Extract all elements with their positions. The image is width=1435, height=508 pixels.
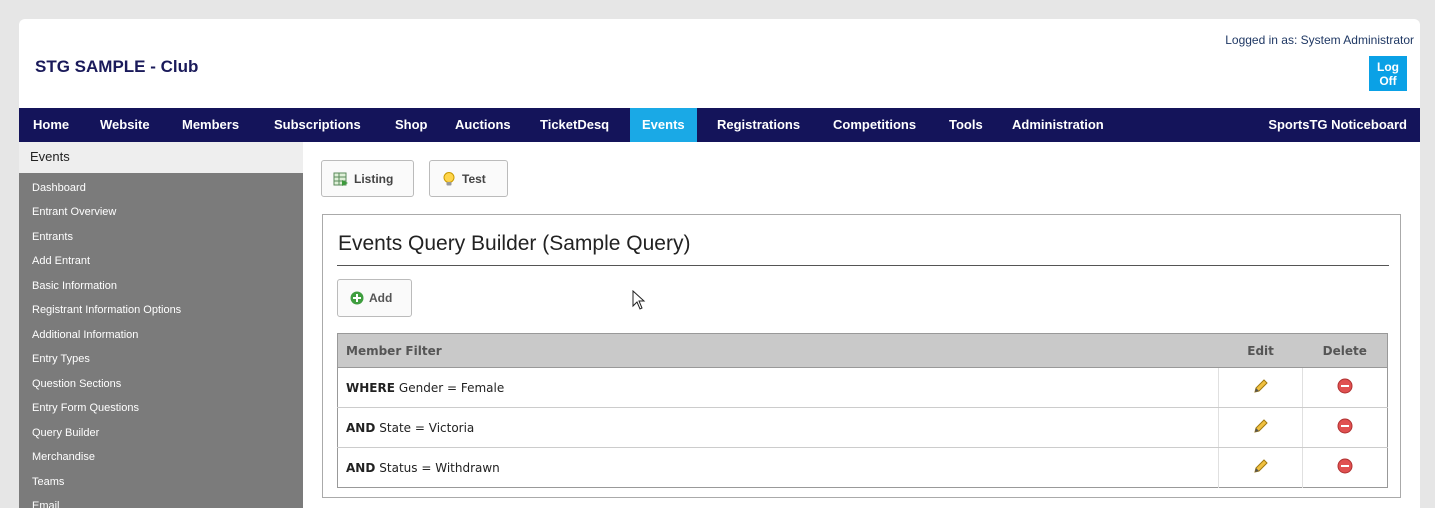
nav-item-shop[interactable]: Shop <box>395 108 428 142</box>
filter-keyword: AND <box>346 420 376 435</box>
sidebar-heading: Events <box>19 142 303 173</box>
test-button[interactable]: Test <box>429 160 508 197</box>
table-export-icon <box>333 172 348 186</box>
filter-condition: Status = Withdrawn <box>379 460 500 475</box>
filter-cell: WHERE Gender = Female <box>337 367 1219 408</box>
filter-cell: AND Status = Withdrawn <box>338 448 1219 488</box>
edit-cell <box>1218 447 1303 488</box>
nav-item-noticeboard[interactable]: SportsTG Noticeboard <box>1268 108 1407 142</box>
sidebar-item-email[interactable]: Email <box>32 500 60 508</box>
app-frame: STG SAMPLE - Club Logged in as: System A… <box>19 19 1420 508</box>
delete-cell <box>1302 367 1388 408</box>
column-member-filter: Member Filter <box>337 333 1219 368</box>
delete-icon[interactable] <box>1337 458 1353 474</box>
title-divider <box>337 265 1389 266</box>
mouse-cursor-icon <box>632 290 646 310</box>
sidebar-item-registrant-information-options[interactable]: Registrant Information Options <box>32 304 181 316</box>
sidebar-item-additional-information[interactable]: Additional Information <box>32 329 138 341</box>
sidebar-item-dashboard[interactable]: Dashboard <box>32 182 86 194</box>
column-edit: Edit <box>1218 333 1303 368</box>
add-label: Add <box>369 291 393 305</box>
filter-keyword: WHERE <box>346 380 395 395</box>
filter-cell: AND State = Victoria <box>337 407 1219 448</box>
nav-item-administration[interactable]: Administration <box>1012 108 1104 142</box>
sidebar: Events Dashboard Entrant Overview Entran… <box>19 142 303 508</box>
login-info: Logged in as: System Administrator <box>1225 33 1414 47</box>
delete-icon[interactable] <box>1337 418 1353 434</box>
column-delete: Delete <box>1302 333 1388 368</box>
sidebar-item-question-sections[interactable]: Question Sections <box>32 378 121 390</box>
sidebar-item-query-builder[interactable]: Query Builder <box>32 427 99 439</box>
sidebar-item-entry-types[interactable]: Entry Types <box>32 353 90 365</box>
edit-cell <box>1218 367 1303 408</box>
nav-item-events[interactable]: Events <box>630 108 697 142</box>
table-row: AND Status = Withdrawn <box>338 447 1388 488</box>
delete-icon[interactable] <box>1337 378 1353 394</box>
filter-condition: State = Victoria <box>379 420 475 435</box>
nav-item-ticketdesq[interactable]: TicketDesq <box>540 108 609 142</box>
nav-item-auctions[interactable]: Auctions <box>455 108 511 142</box>
nav-item-members[interactable]: Members <box>182 108 239 142</box>
add-filter-button[interactable]: Add <box>337 279 412 317</box>
sidebar-item-entrants[interactable]: Entrants <box>32 231 73 243</box>
pencil-icon[interactable] <box>1252 417 1270 435</box>
sidebar-item-entrant-overview[interactable]: Entrant Overview <box>32 206 116 218</box>
listing-label: Listing <box>354 171 394 186</box>
nav-item-home[interactable]: Home <box>33 108 69 142</box>
lightbulb-icon <box>443 171 455 185</box>
plus-circle-icon <box>350 291 364 305</box>
sidebar-item-merchandise[interactable]: Merchandise <box>32 451 95 463</box>
pencil-icon[interactable] <box>1252 377 1270 395</box>
nav-item-website[interactable]: Website <box>100 108 150 142</box>
sidebar-item-teams[interactable]: Teams <box>32 476 64 488</box>
table-header-row: Member Filter Edit Delete <box>337 333 1388 368</box>
delete-cell <box>1302 407 1388 448</box>
panel-title: Events Query Builder (Sample Query) <box>338 232 691 255</box>
sidebar-item-entry-form-questions[interactable]: Entry Form Questions <box>32 402 139 414</box>
nav-item-competitions[interactable]: Competitions <box>833 108 916 142</box>
query-filter-table: Member Filter Edit Delete WHERE Gender = … <box>337 333 1388 488</box>
filter-condition: Gender = Female <box>398 380 505 395</box>
sidebar-item-add-entrant[interactable]: Add Entrant <box>32 255 90 267</box>
query-builder-panel: Events Query Builder (Sample Query) Add … <box>322 214 1401 498</box>
pencil-icon[interactable] <box>1252 457 1270 475</box>
nav-item-tools[interactable]: Tools <box>949 108 983 142</box>
club-title: STG SAMPLE - Club <box>35 57 199 76</box>
sidebar-item-basic-information[interactable]: Basic Information <box>32 280 117 292</box>
listing-button[interactable]: Listing <box>321 160 414 197</box>
delete-cell <box>1302 447 1388 488</box>
main-nav: Home Website Members Subscriptions Shop … <box>19 108 1420 142</box>
edit-cell <box>1218 407 1303 448</box>
nav-item-subscriptions[interactable]: Subscriptions <box>274 108 361 142</box>
table-row: WHERE Gender = Female <box>337 367 1388 408</box>
nav-item-registrations[interactable]: Registrations <box>717 108 800 142</box>
test-label: Test <box>462 171 486 186</box>
log-off-button[interactable]: Log Off <box>1369 56 1407 91</box>
filter-keyword: AND <box>346 460 376 475</box>
table-row: AND State = Victoria <box>337 407 1388 448</box>
header: STG SAMPLE - Club Logged in as: System A… <box>19 19 1420 108</box>
